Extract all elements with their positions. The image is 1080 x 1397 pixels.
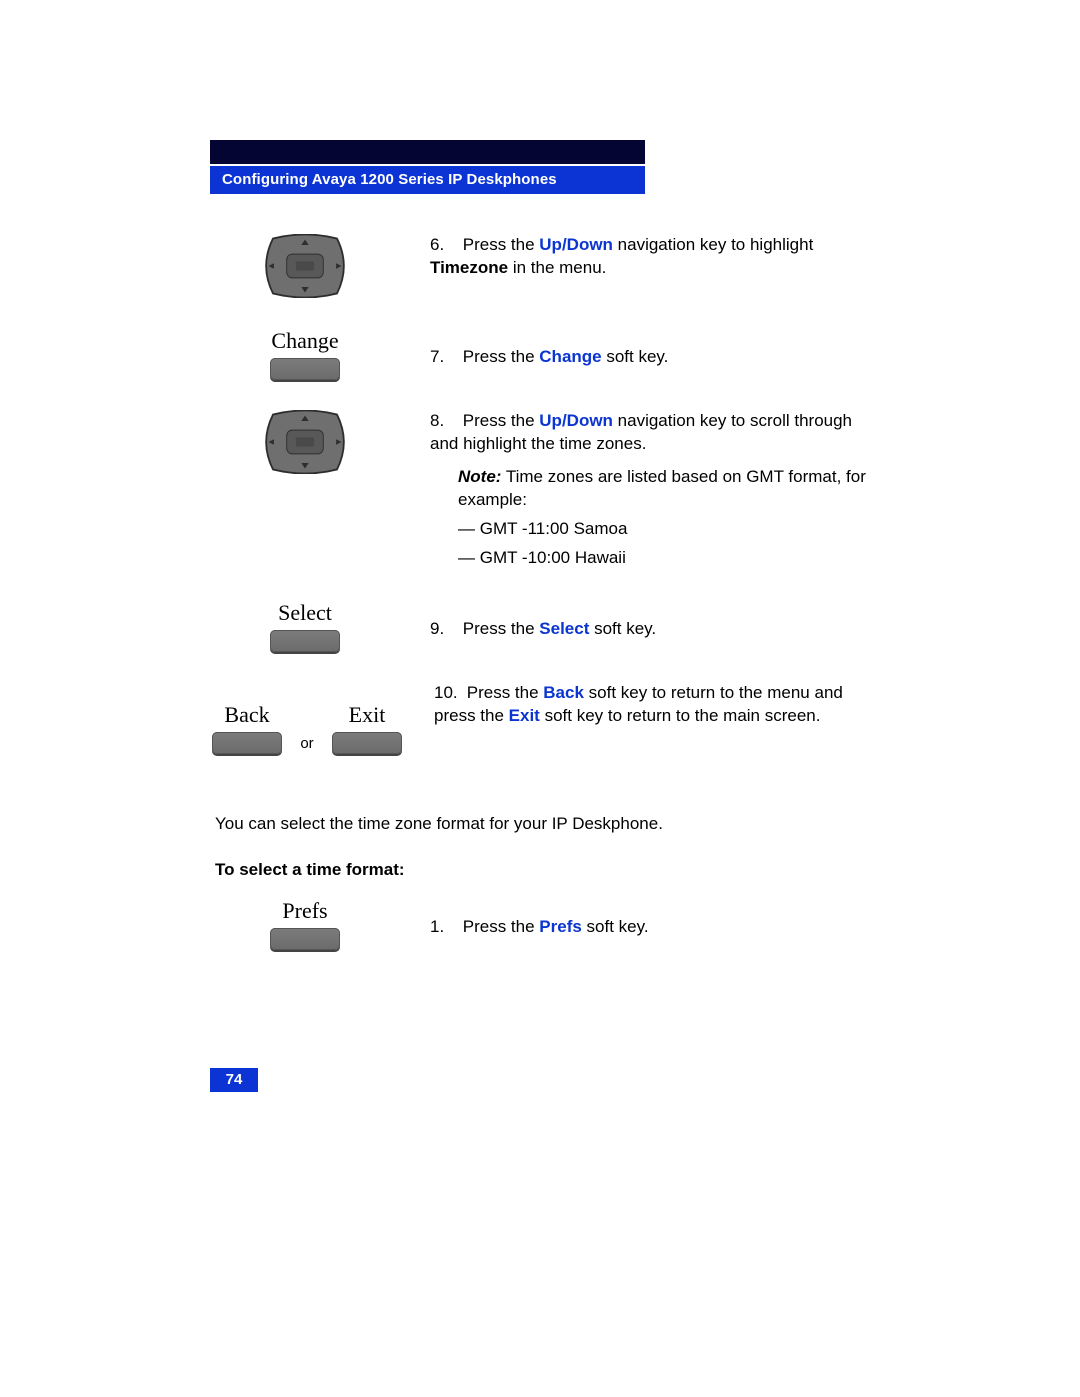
back-softkey-icon	[212, 732, 282, 754]
prefs-softkey-icon	[270, 928, 340, 950]
back-softkey-label: Back	[224, 702, 269, 728]
select-softkey-label: Select	[278, 600, 332, 626]
or-text: or	[300, 735, 313, 754]
step-6-text: 6. Press the Up/Down navigation key to h…	[430, 234, 870, 280]
change-softkey-icon	[270, 358, 340, 380]
time-format-intro: You can select the time zone format for …	[215, 814, 870, 834]
step-10-text: 10. Press the Back soft key to return to…	[434, 682, 870, 728]
prefs-softkey-label: Prefs	[282, 898, 327, 924]
change-softkey-label: Change	[271, 328, 338, 354]
step-10: Back or Exit 10. Press the Back soft key…	[210, 682, 870, 754]
time-format-step-1: Prefs 1. Press the Prefs soft key.	[210, 898, 870, 950]
header-dark-strip	[210, 140, 645, 164]
document-page: Configuring Avaya 1200 Series IP Deskpho…	[0, 0, 1080, 1397]
time-format-step-1-text: 1. Press the Prefs soft key.	[430, 898, 870, 939]
chapter-title: Configuring Avaya 1200 Series IP Deskpho…	[210, 166, 645, 194]
step-7-text: 7. Press the Change soft key.	[430, 328, 870, 369]
nav-pad-icon	[259, 234, 351, 298]
page-number: 74	[210, 1068, 258, 1092]
step-6: 6. Press the Up/Down navigation key to h…	[210, 234, 870, 298]
exit-softkey-label: Exit	[349, 702, 386, 728]
chapter-header-bar: Configuring Avaya 1200 Series IP Deskpho…	[210, 140, 645, 194]
exit-softkey-icon	[332, 732, 402, 754]
timezone-example: GMT -11:00 Samoa	[430, 518, 870, 541]
time-format-heading: To select a time format:	[215, 860, 870, 880]
step-8-text: 8. Press the Up/Down navigation key to s…	[430, 410, 870, 570]
nav-pad-icon	[259, 410, 351, 474]
timezone-example: GMT -10:00 Hawaii	[430, 547, 870, 570]
step-8: 8. Press the Up/Down navigation key to s…	[210, 410, 870, 570]
step-7: Change 7. Press the Change soft key.	[210, 328, 870, 380]
step-9: Select 9. Press the Select soft key.	[210, 600, 870, 652]
step-9-text: 9. Press the Select soft key.	[430, 600, 870, 641]
select-softkey-icon	[270, 630, 340, 652]
